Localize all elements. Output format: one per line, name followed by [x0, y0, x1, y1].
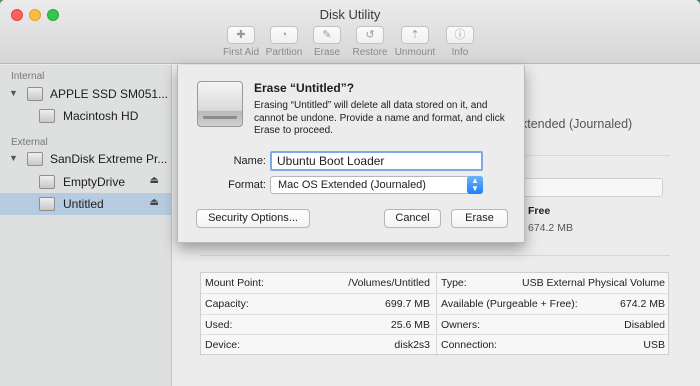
security-options-button[interactable]: Security Options... — [196, 209, 310, 228]
sidebar-item-label: APPLE SSD SM051... — [50, 87, 169, 101]
volume-icon — [39, 175, 55, 189]
erase-icon: ✎ — [313, 26, 341, 44]
toolbar-label: Erase — [313, 47, 341, 58]
sidebar-item-label: Untitled — [63, 197, 104, 211]
info-icon: ⓘ — [446, 26, 474, 44]
info-value: disk2s3 — [394, 339, 430, 352]
toolbar-label: First Aid — [222, 47, 260, 58]
toolbar-partition[interactable]: ◔ Partition — [262, 26, 306, 58]
external-disk-icon — [27, 152, 43, 166]
format-select-value: Mac OS Extended (Journaled) — [278, 179, 426, 191]
info-row: Owners: Disabled — [437, 315, 670, 336]
disk-utility-window: Disk Utility ✚ First Aid ◔ Partition ✎ E… — [0, 0, 700, 386]
erase-sheet: Erase “Untitled”? Erasing “Untitled” wil… — [177, 65, 525, 243]
toolbar-label: Info — [451, 47, 469, 58]
info-table: Mount Point: /Volumes/Untitled Capacity:… — [200, 272, 670, 356]
titlebar: Disk Utility ✚ First Aid ◔ Partition ✎ E… — [0, 0, 700, 64]
info-key: Available (Purgeable + Free): — [441, 297, 578, 310]
sidebar-item-emptydrive[interactable]: EmptyDrive ⏏ — [0, 171, 171, 193]
sidebar-item-macintosh-hd[interactable]: Macintosh HD — [0, 105, 171, 127]
info-row: Device: disk2s3 — [201, 335, 435, 356]
volume-icon — [39, 197, 55, 211]
free-value: 674.2 MB — [528, 222, 573, 234]
info-key: Capacity: — [205, 297, 249, 310]
info-value: USB — [643, 339, 665, 352]
disclosure-triangle-icon[interactable]: ▼ — [9, 153, 18, 163]
info-value: 25.6 MB — [390, 318, 430, 331]
sidebar-item-untitled[interactable]: Untitled ⏏ — [0, 193, 171, 215]
info-column-right: Type: USB External Physical Volume Avail… — [436, 273, 670, 356]
drive-slot — [203, 116, 237, 119]
sidebar: Internal ▼ APPLE SSD SM051... Macintosh … — [0, 65, 172, 386]
info-key: Owners: — [441, 318, 481, 331]
info-key: Used: — [205, 318, 233, 331]
toolbar-label: Restore — [352, 47, 388, 58]
sidebar-item-internal-disk[interactable]: ▼ APPLE SSD SM051... — [0, 83, 171, 105]
sidebar-item-label: SanDisk Extreme Pr... — [50, 152, 168, 166]
info-key: Mount Point: — [205, 277, 264, 289]
sidebar-header-internal: Internal — [11, 71, 45, 82]
cancel-button[interactable]: Cancel — [384, 209, 441, 228]
info-row: Mount Point: /Volumes/Untitled — [201, 273, 435, 294]
sidebar-header-external: External — [11, 137, 48, 148]
eject-icon[interactable]: ⏏ — [150, 197, 159, 208]
toolbar-restore[interactable]: ↺ Restore — [348, 26, 392, 58]
info-value: 674.2 MB — [620, 297, 665, 310]
toolbar-first-aid[interactable]: ✚ First Aid — [219, 26, 263, 58]
toolbar-info[interactable]: ⓘ Info — [438, 26, 482, 58]
sheet-message: Erasing “Untitled” will delete all data … — [254, 100, 505, 136]
internal-disk-icon — [27, 87, 43, 101]
info-row: Used: 25.6 MB — [201, 315, 435, 336]
toolbar-unmount[interactable]: ⇡ Unmount — [393, 26, 437, 58]
erase-button[interactable]: Erase — [451, 209, 508, 228]
sheet-title: Erase “Untitled”? — [254, 81, 355, 95]
restore-icon: ↺ — [356, 26, 384, 44]
toolbar-label: Unmount — [394, 47, 436, 58]
volume-icon — [39, 109, 55, 123]
toolbar-label: Partition — [265, 47, 303, 58]
info-row: Available (Purgeable + Free): 674.2 MB — [437, 294, 670, 315]
usage-bar — [518, 178, 663, 197]
sidebar-item-external-disk[interactable]: ▼ SanDisk Extreme Pr... — [0, 148, 171, 170]
info-row: Connection: USB — [437, 335, 670, 356]
name-label: Name: — [233, 155, 266, 167]
sidebar-item-label: Macintosh HD — [63, 109, 139, 123]
info-value: 699.7 MB — [385, 297, 430, 310]
sidebar-item-label: EmptyDrive — [63, 175, 126, 189]
volume-format-text: xtended (Journaled) — [521, 117, 633, 131]
eject-icon[interactable]: ⏏ — [150, 175, 159, 186]
info-value: USB External Physical Volume — [522, 277, 665, 289]
name-input[interactable] — [270, 151, 483, 171]
format-select[interactable]: Mac OS Extended (Journaled) ▲ ▼ — [270, 176, 483, 194]
free-label: Free — [528, 205, 551, 217]
info-key: Device: — [205, 339, 241, 352]
stethoscope-icon: ✚ — [227, 26, 255, 44]
toolbar-erase[interactable]: ✎ Erase — [305, 26, 349, 58]
divider — [200, 255, 670, 256]
info-key: Type: — [441, 277, 467, 289]
external-drive-icon — [197, 81, 243, 127]
info-row: Capacity: 699.7 MB — [201, 294, 435, 315]
info-value: /Volumes/Untitled — [348, 277, 430, 289]
disclosure-triangle-icon[interactable]: ▼ — [9, 88, 18, 98]
partition-icon: ◔ — [270, 26, 298, 44]
info-column-left: Mount Point: /Volumes/Untitled Capacity:… — [201, 273, 435, 356]
format-label: Format: — [228, 179, 266, 191]
info-row: Type: USB External Physical Volume — [437, 273, 670, 294]
window-title: Disk Utility — [319, 7, 381, 22]
chevron-updown-icon: ▲ ▼ — [467, 176, 483, 194]
info-value: Disabled — [624, 318, 665, 331]
unmount-icon: ⇡ — [401, 26, 429, 44]
info-key: Connection: — [441, 339, 498, 352]
